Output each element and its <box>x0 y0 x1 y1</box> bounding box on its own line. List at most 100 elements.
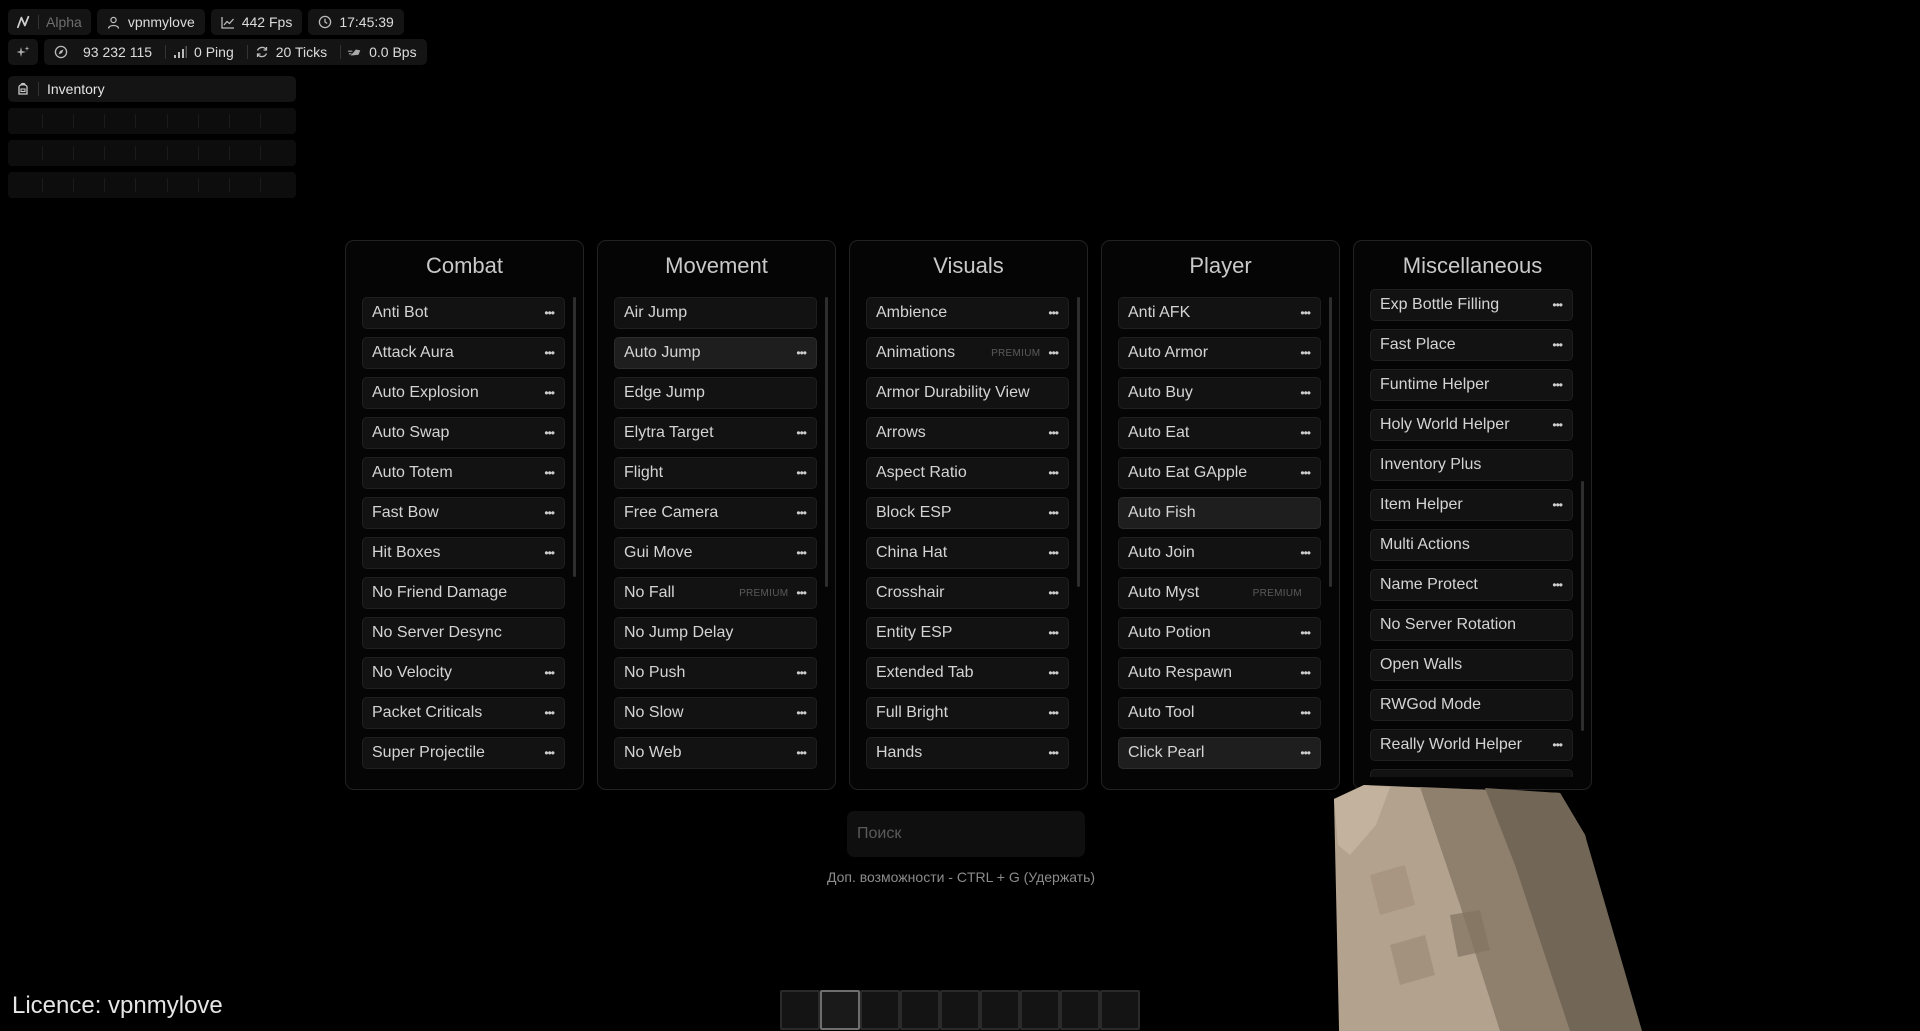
module-auto-buy[interactable]: Auto Buy ••• <box>1118 377 1321 409</box>
hotbar-slot[interactable] <box>900 990 940 1030</box>
more-options-icon[interactable]: ••• <box>1300 626 1311 640</box>
module-attack-aura[interactable]: Attack Aura ••• <box>362 337 565 369</box>
more-options-icon[interactable]: ••• <box>1552 578 1563 592</box>
module-exp-bottle-filling[interactable]: Exp Bottle Filling ••• <box>1370 289 1573 321</box>
more-options-icon[interactable]: ••• <box>1300 346 1311 360</box>
hotbar-slot[interactable] <box>1060 990 1100 1030</box>
module-china-hat[interactable]: China Hat ••• <box>866 537 1069 569</box>
more-options-icon[interactable]: ••• <box>1300 546 1311 560</box>
search-input[interactable] <box>847 811 1085 857</box>
more-options-icon[interactable]: ••• <box>1048 506 1059 520</box>
module-anti-bot[interactable]: Anti Bot ••• <box>362 297 565 329</box>
more-options-icon[interactable]: ••• <box>1048 666 1059 680</box>
module-extended-tab[interactable]: Extended Tab ••• <box>866 657 1069 689</box>
module-really-world-helper[interactable]: Really World Helper ••• <box>1370 729 1573 761</box>
module-auto-totem[interactable]: Auto Totem ••• <box>362 457 565 489</box>
more-options-icon[interactable]: ••• <box>1300 386 1311 400</box>
more-options-icon[interactable]: ••• <box>1552 298 1563 312</box>
module-auto-respawn[interactable]: Auto Respawn ••• <box>1118 657 1321 689</box>
more-options-icon[interactable]: ••• <box>1300 706 1311 720</box>
more-options-icon[interactable]: ••• <box>1048 346 1059 360</box>
more-options-icon[interactable]: ••• <box>796 546 807 560</box>
module-no-friend-damage[interactable]: No Friend Damage <box>362 577 565 609</box>
more-options-icon[interactable]: ••• <box>1048 746 1059 760</box>
module-super-projectile[interactable]: Super Projectile ••• <box>362 737 565 769</box>
module-auto-eat[interactable]: Auto Eat ••• <box>1118 417 1321 449</box>
module-packet-criticals[interactable]: Packet Criticals ••• <box>362 697 565 729</box>
module-no-velocity[interactable]: No Velocity ••• <box>362 657 565 689</box>
module-auto-myst[interactable]: Auto Myst PREMIUM <box>1118 577 1321 609</box>
module-no-jump-delay[interactable]: No Jump Delay <box>614 617 817 649</box>
module-auto-tool[interactable]: Auto Tool ••• <box>1118 697 1321 729</box>
more-options-icon[interactable]: ••• <box>1048 626 1059 640</box>
module-elytra-target[interactable]: Elytra Target ••• <box>614 417 817 449</box>
module-rwgod-mode[interactable]: RWGod Mode <box>1370 689 1573 721</box>
module-auto-armor[interactable]: Auto Armor ••• <box>1118 337 1321 369</box>
module-next-partial[interactable] <box>1370 769 1573 777</box>
module-no-server-desync[interactable]: No Server Desync <box>362 617 565 649</box>
module-gui-move[interactable]: Gui Move ••• <box>614 537 817 569</box>
module-edge-jump[interactable]: Edge Jump <box>614 377 817 409</box>
module-crosshair[interactable]: Crosshair ••• <box>866 577 1069 609</box>
module-auto-join[interactable]: Auto Join ••• <box>1118 537 1321 569</box>
more-options-icon[interactable]: ••• <box>1552 498 1563 512</box>
module-block-esp[interactable]: Block ESP ••• <box>866 497 1069 529</box>
module-open-walls[interactable]: Open Walls <box>1370 649 1573 681</box>
module-no-web[interactable]: No Web ••• <box>614 737 817 769</box>
more-options-icon[interactable]: ••• <box>1300 426 1311 440</box>
module-item-helper[interactable]: Item Helper ••• <box>1370 489 1573 521</box>
module-animations[interactable]: Animations PREMIUM ••• <box>866 337 1069 369</box>
more-options-icon[interactable]: ••• <box>796 666 807 680</box>
module-auto-potion[interactable]: Auto Potion ••• <box>1118 617 1321 649</box>
more-options-icon[interactable]: ••• <box>796 426 807 440</box>
more-options-icon[interactable]: ••• <box>796 586 807 600</box>
module-fast-bow[interactable]: Fast Bow ••• <box>362 497 565 529</box>
more-options-icon[interactable]: ••• <box>796 706 807 720</box>
module-auto-explosion[interactable]: Auto Explosion ••• <box>362 377 565 409</box>
module-click-pearl[interactable]: Click Pearl ••• <box>1118 737 1321 769</box>
more-options-icon[interactable]: ••• <box>1048 306 1059 320</box>
more-options-icon[interactable]: ••• <box>1300 466 1311 480</box>
more-options-icon[interactable]: ••• <box>1048 426 1059 440</box>
hotbar-slot[interactable] <box>980 990 1020 1030</box>
scrollbar[interactable] <box>573 297 576 577</box>
module-name-protect[interactable]: Name Protect ••• <box>1370 569 1573 601</box>
module-free-camera[interactable]: Free Camera ••• <box>614 497 817 529</box>
more-options-icon[interactable]: ••• <box>1552 338 1563 352</box>
more-options-icon[interactable]: ••• <box>1048 586 1059 600</box>
more-options-icon[interactable]: ••• <box>544 306 555 320</box>
module-anti-afk[interactable]: Anti AFK ••• <box>1118 297 1321 329</box>
hotbar-slot[interactable] <box>820 990 860 1030</box>
hotbar-slot[interactable] <box>780 990 820 1030</box>
more-options-icon[interactable]: ••• <box>544 546 555 560</box>
hotbar-slot[interactable] <box>860 990 900 1030</box>
module-no-push[interactable]: No Push ••• <box>614 657 817 689</box>
scrollbar[interactable] <box>825 297 828 587</box>
module-no-slow[interactable]: No Slow ••• <box>614 697 817 729</box>
module-hands[interactable]: Hands ••• <box>866 737 1069 769</box>
scrollbar[interactable] <box>1581 481 1584 731</box>
more-options-icon[interactable]: ••• <box>1552 378 1563 392</box>
hotbar-slot[interactable] <box>1020 990 1060 1030</box>
module-fast-place[interactable]: Fast Place ••• <box>1370 329 1573 361</box>
module-multi-actions[interactable]: Multi Actions <box>1370 529 1573 561</box>
more-options-icon[interactable]: ••• <box>1048 546 1059 560</box>
scrollbar[interactable] <box>1329 297 1332 587</box>
more-options-icon[interactable]: ••• <box>1300 306 1311 320</box>
more-options-icon[interactable]: ••• <box>544 386 555 400</box>
more-options-icon[interactable]: ••• <box>544 706 555 720</box>
module-ambience[interactable]: Ambience ••• <box>866 297 1069 329</box>
module-no-server-rotation[interactable]: No Server Rotation <box>1370 609 1573 641</box>
module-auto-jump[interactable]: Auto Jump ••• <box>614 337 817 369</box>
module-auto-fish[interactable]: Auto Fish <box>1118 497 1321 529</box>
module-arrows[interactable]: Arrows ••• <box>866 417 1069 449</box>
module-hit-boxes[interactable]: Hit Boxes ••• <box>362 537 565 569</box>
module-auto-swap[interactable]: Auto Swap ••• <box>362 417 565 449</box>
more-options-icon[interactable]: ••• <box>796 746 807 760</box>
more-options-icon[interactable]: ••• <box>544 666 555 680</box>
module-aspect-ratio[interactable]: Aspect Ratio ••• <box>866 457 1069 489</box>
more-options-icon[interactable]: ••• <box>544 426 555 440</box>
more-options-icon[interactable]: ••• <box>544 346 555 360</box>
module-entity-esp[interactable]: Entity ESP ••• <box>866 617 1069 649</box>
more-options-icon[interactable]: ••• <box>1552 418 1563 432</box>
